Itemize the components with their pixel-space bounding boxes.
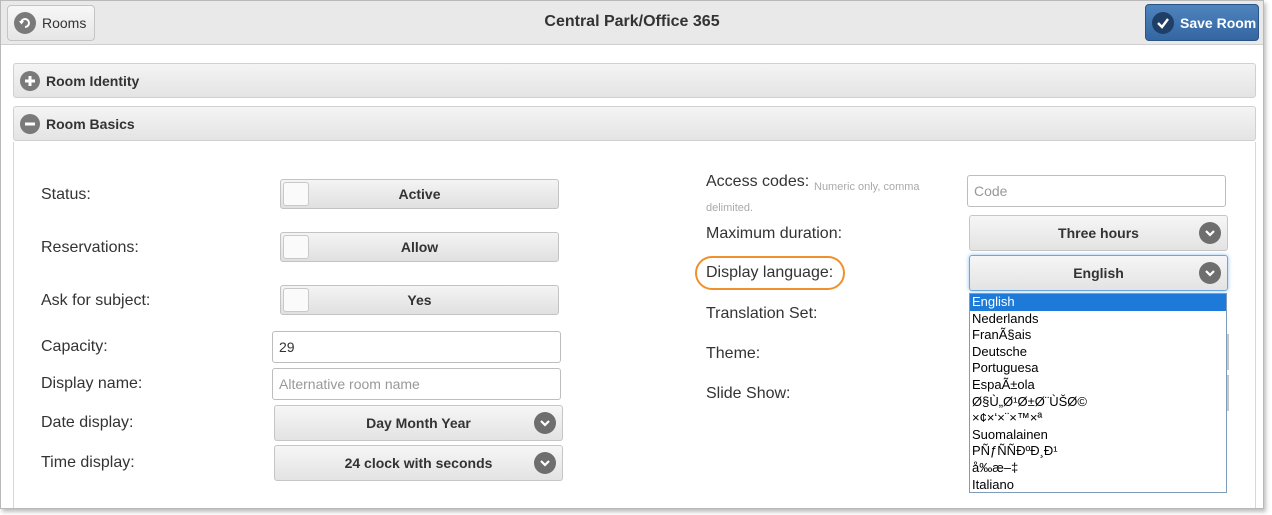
display-language-value: English [1073,265,1124,281]
reservations-label: Reservations: [41,239,139,256]
language-option[interactable]: EspaÃ±ola [970,377,1226,394]
slide-show-label: Slide Show: [706,385,791,402]
access-code-field[interactable] [967,175,1226,207]
language-option[interactable]: Suomalainen [970,427,1226,444]
toggle-knob [283,235,309,259]
theme-select-edge [1227,334,1229,370]
display-name-label: Display name: [41,375,143,392]
section-title-identity: Room Identity [46,72,140,89]
section-title-basics: Room Basics [46,115,135,132]
plus-icon [20,70,40,91]
maximum-duration-label: Maximum duration: [706,225,843,242]
date-display-select[interactable]: Day Month Year [274,405,563,441]
maximum-duration-value: Three hours [1058,225,1139,241]
display-name-field[interactable] [272,368,561,400]
language-option[interactable]: Italiano [970,477,1226,494]
checkmark-icon [1152,11,1174,34]
access-codes-hint: Numeric only, comma delimited. [706,181,920,214]
language-option[interactable]: Portuguesa [970,360,1226,377]
display-language-label: Display language: [706,264,834,281]
page-title: Central Park/Office 365 [544,13,720,30]
chevron-down-icon [1199,222,1221,244]
app-window: Rooms Central Park/Office 365 Save Room … [0,0,1264,509]
chevron-down-icon [534,412,556,434]
theme-label: Theme: [706,345,761,362]
capacity-label: Capacity: [41,338,108,355]
room-identity-section-header[interactable]: Room Identity [13,63,1256,98]
language-option[interactable]: English [970,294,1226,311]
status-toggle[interactable]: Active [280,179,559,209]
language-option[interactable]: Ø§Ù„Ø¹Ø±Ø¨ÙŠØ© [970,394,1226,411]
language-option[interactable]: Deutsche [970,344,1226,361]
chevron-down-icon [1199,262,1221,284]
save-button-label: Save Room [1180,14,1257,31]
minus-icon [20,113,40,134]
ask-subject-label: Ask for subject: [41,292,151,309]
language-option[interactable]: PÑƒÑÑÐºÐ¸Ð¹ [970,443,1226,460]
toggle-knob [283,182,309,206]
top-toolbar: Rooms Central Park/Office 365 Save Room [1,1,1263,45]
save-room-button[interactable]: Save Room [1145,4,1259,41]
reservations-toggle[interactable]: Allow [280,232,559,262]
language-option[interactable]: å‰æ–‡ [970,460,1226,477]
capacity-field[interactable] [272,331,561,363]
display-language-dropdown-list[interactable]: English Nederlands FranÃ§ais Deutsche Portug… [969,293,1227,493]
slide-show-select-edge [1227,375,1229,411]
time-display-select[interactable]: 24 clock with seconds [274,445,563,481]
status-label: Status: [41,186,91,203]
maximum-duration-select[interactable]: Three hours [969,215,1228,251]
language-option[interactable]: ×¢×‘×¨×™×ª [970,410,1226,427]
ask-subject-toggle[interactable]: Yes [280,285,559,315]
language-option[interactable]: FranÃ§ais [970,327,1226,344]
time-display-value: 24 clock with seconds [344,455,493,471]
status-value: Active [398,186,441,202]
room-basics-section-header[interactable]: Room Basics [13,106,1256,141]
time-display-label: Time display: [41,454,135,471]
reservations-value: Allow [400,239,439,255]
date-display-value: Day Month Year [366,415,471,431]
chevron-down-icon [534,452,556,474]
language-option[interactable]: Nederlands [970,311,1226,328]
translation-set-label: Translation Set: [706,305,818,322]
ask-subject-value: Yes [407,292,432,308]
display-language-select[interactable]: English [969,255,1228,291]
toggle-knob [283,288,309,312]
date-display-label: Date display: [41,414,134,431]
